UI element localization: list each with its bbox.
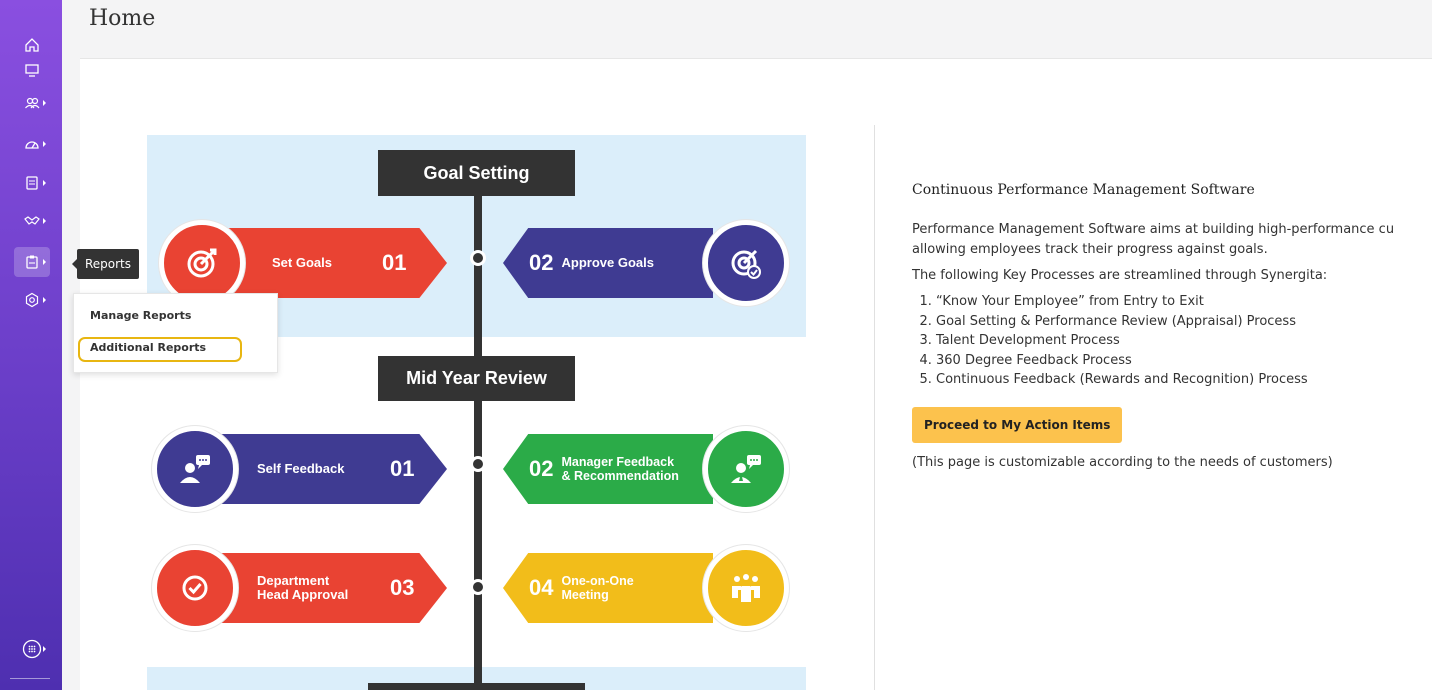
section-next: [368, 683, 585, 690]
step-label: Department Head Approval: [257, 574, 390, 602]
page-title: Home: [89, 6, 156, 31]
step-self-feedback[interactable]: Self Feedback 01: [217, 434, 447, 504]
dashboard-icon: [25, 141, 39, 149]
sidebar-item-users[interactable]: [14, 88, 50, 118]
chevron-right-icon: [43, 180, 46, 186]
home-icon: [25, 38, 39, 52]
step-label: Self Feedback: [257, 461, 345, 476]
process-list: “Know Your Employee” from Entry to Exit …: [936, 292, 1432, 390]
sidebar-item-engagement[interactable]: [14, 206, 50, 236]
proceed-to-action-items-button[interactable]: Proceed to My Action Items: [912, 406, 1123, 443]
list-item: Talent Development Process: [936, 331, 1432, 351]
step-label: One-on-One Meeting: [561, 574, 633, 602]
list-item: Goal Setting & Performance Review (Appra…: [936, 312, 1432, 332]
step-number: 02: [529, 250, 554, 275]
intro-text-line1: Performance Management Software aims at …: [912, 222, 1395, 237]
chevron-right-icon: [43, 297, 46, 303]
list-item: 360 Degree Feedback Process: [936, 351, 1432, 371]
apps-icon: [22, 639, 42, 659]
step-approve-goals[interactable]: 02 Approve Goals: [503, 228, 713, 298]
settings-icon: [25, 292, 39, 308]
timeline-dot: [470, 579, 486, 595]
step-number: 02: [529, 456, 554, 481]
menu-item-manage-reports[interactable]: Manage Reports: [90, 309, 191, 322]
feedback-person-icon: [180, 455, 210, 483]
list-item: Continuous Feedback (Rewards and Recogni…: [936, 370, 1432, 390]
sidebar: [0, 0, 62, 690]
target-icon: [187, 248, 217, 278]
handshake-icon: [24, 216, 40, 225]
intro-text-line2: allowing employees track their progress …: [912, 242, 1268, 257]
step-department-head-approval[interactable]: Department Head Approval 03: [217, 553, 447, 623]
step-label-line2: & Recommendation: [561, 469, 679, 483]
sidebar-divider: [10, 678, 50, 679]
section-goal-setting: Goal Setting: [378, 150, 575, 196]
chevron-right-icon: [43, 646, 46, 652]
step-label-line1: One-on-One: [561, 574, 634, 588]
timeline-dot: [470, 250, 486, 266]
target-check-icon: [731, 249, 761, 279]
chevron-right-icon: [43, 100, 46, 106]
step-label: Manager Feedback & Recommendation: [561, 455, 678, 483]
chevron-right-icon: [43, 259, 46, 265]
step-label-line2: Meeting: [561, 588, 609, 602]
step-manager-feedback[interactable]: 02 Manager Feedback & Recommendation: [503, 434, 713, 504]
step-set-goals[interactable]: Set Goals 01: [217, 228, 447, 298]
step-icon-circle: [703, 220, 789, 306]
step-label-line1: Department: [257, 573, 330, 588]
step-label: Approve Goals: [561, 255, 654, 270]
users-icon: [25, 97, 40, 109]
document-icon: [26, 176, 38, 190]
monitor-icon: [25, 64, 39, 77]
step-label-line2: Head Approval: [257, 587, 349, 602]
step-label-line1: Manager Feedback: [561, 455, 675, 469]
reports-submenu: Manage Reports Additional Reports: [73, 293, 278, 373]
sidebar-item-reports[interactable]: [14, 247, 50, 277]
list-item: “Know Your Employee” from Entry to Exit: [936, 292, 1432, 312]
step-icon-circle: [703, 545, 789, 631]
clipboard-icon: [26, 255, 38, 269]
step-number: 03: [390, 575, 415, 600]
processes-intro: The following Key Processes are streamli…: [912, 268, 1328, 283]
sidebar-item-settings[interactable]: [14, 285, 50, 315]
sidebar-item-apps[interactable]: [14, 634, 50, 664]
step-icon-circle: [152, 545, 238, 631]
step-number: 01: [390, 456, 415, 481]
step-icon-circle: [152, 426, 238, 512]
chevron-right-icon: [43, 218, 46, 224]
manager-feedback-icon: [731, 455, 761, 483]
sidebar-item-documents[interactable]: [14, 168, 50, 198]
step-number: 01: [382, 250, 407, 275]
chevron-right-icon: [43, 141, 46, 147]
content-heading: Continuous Performance Management Softwa…: [912, 182, 1255, 198]
check-circle-icon: [182, 575, 208, 601]
sidebar-item-monitor[interactable]: [14, 55, 50, 85]
process-infographic: Goal Setting Mid Year Review Set Goals 0…: [147, 135, 806, 690]
intro-content: Continuous Performance Management Softwa…: [912, 182, 1432, 479]
step-icon-circle: [703, 426, 789, 512]
app-root: Home Goal Setting Mid Year Review Set Go…: [0, 0, 1432, 690]
menu-item-additional-reports[interactable]: Additional Reports: [90, 341, 206, 354]
meeting-icon: [732, 574, 760, 602]
timeline-dot: [470, 456, 486, 472]
content-divider: [874, 125, 875, 690]
step-one-on-one-meeting[interactable]: 04 One-on-One Meeting: [503, 553, 713, 623]
step-number: 04: [529, 575, 554, 600]
customization-note: (This page is customizable according to …: [912, 454, 1333, 470]
section-mid-year-review: Mid Year Review: [378, 356, 575, 401]
reports-tooltip: Reports: [72, 249, 139, 279]
sidebar-item-dashboard[interactable]: [14, 129, 50, 159]
step-label: Set Goals: [272, 255, 332, 270]
